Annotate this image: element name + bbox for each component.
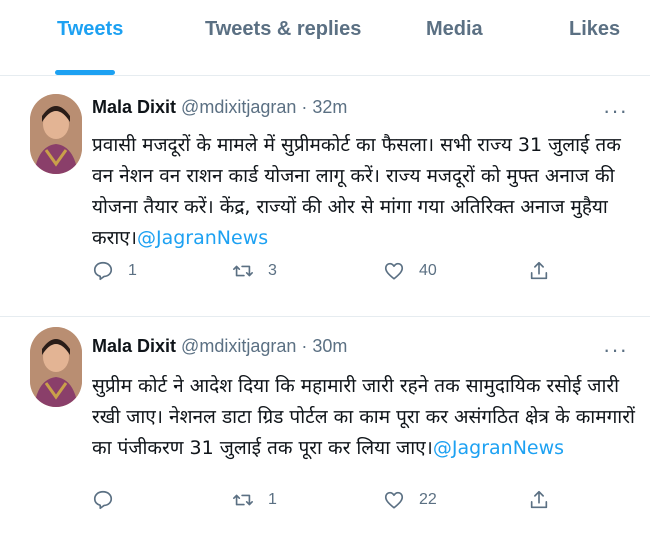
more-options-icon[interactable]: ··· xyxy=(603,98,628,124)
share-icon xyxy=(530,261,548,280)
tweet-time[interactable]: · 30m xyxy=(301,336,347,356)
like-count: 40 xyxy=(419,262,437,279)
share-button[interactable] xyxy=(528,489,564,511)
author-name[interactable]: Mala Dixit xyxy=(92,97,176,117)
reply-count: 1 xyxy=(128,262,137,279)
like-button[interactable]: 22 xyxy=(383,489,437,511)
profile-tabs: Tweets Tweets & replies Media Likes xyxy=(0,0,650,76)
author-handle[interactable]: @mdixitjagran xyxy=(181,336,296,356)
mention-link[interactable]: @JagranNews xyxy=(433,437,564,459)
reply-button[interactable] xyxy=(92,489,128,511)
retweet-count: 3 xyxy=(268,262,277,279)
tab-likes[interactable]: Likes xyxy=(569,18,620,41)
retweet-icon xyxy=(233,265,253,277)
share-button[interactable] xyxy=(528,260,564,282)
tweet[interactable]: Mala Dixit @mdixitjagran · 32m ··· प्रवा… xyxy=(0,76,650,317)
mention-link[interactable]: @JagranNews xyxy=(137,227,268,249)
tweet-header: Mala Dixit @mdixitjagran · 32m xyxy=(92,97,347,118)
tab-tweets[interactable]: Tweets xyxy=(57,18,123,41)
tweet-header: Mala Dixit @mdixitjagran · 30m xyxy=(92,336,347,357)
like-icon xyxy=(384,262,404,280)
tab-media[interactable]: Media xyxy=(426,18,483,41)
avatar[interactable] xyxy=(30,94,82,174)
more-options-icon[interactable]: ··· xyxy=(603,337,628,363)
avatar-image xyxy=(30,94,82,174)
reply-button[interactable]: 1 xyxy=(92,260,137,282)
tab-tweets-and-replies[interactable]: Tweets & replies xyxy=(205,18,361,41)
tweet-text: प्रवासी मजदूरों के मामले में सुप्रीमकोर्… xyxy=(92,130,637,254)
share-icon xyxy=(530,490,548,509)
tweet-text: सुप्रीम कोर्ट ने आदेश दिया कि महामारी जा… xyxy=(92,371,637,464)
active-tab-indicator xyxy=(55,70,115,75)
author-handle[interactable]: @mdixitjagran xyxy=(181,97,296,117)
like-count: 22 xyxy=(419,491,437,508)
avatar[interactable] xyxy=(30,327,82,407)
avatar-image xyxy=(30,327,82,407)
retweet-button[interactable]: 3 xyxy=(232,260,277,282)
tweet[interactable]: Mala Dixit @mdixitjagran · 30m ··· सुप्र… xyxy=(0,317,650,540)
like-icon xyxy=(384,491,404,509)
retweet-icon xyxy=(233,494,253,506)
author-name[interactable]: Mala Dixit xyxy=(92,336,176,356)
reply-icon xyxy=(93,490,113,510)
retweet-count: 1 xyxy=(268,491,277,508)
retweet-button[interactable]: 1 xyxy=(232,489,277,511)
reply-icon xyxy=(93,261,113,281)
like-button[interactable]: 40 xyxy=(383,260,437,282)
tweet-time[interactable]: · 32m xyxy=(301,97,347,117)
